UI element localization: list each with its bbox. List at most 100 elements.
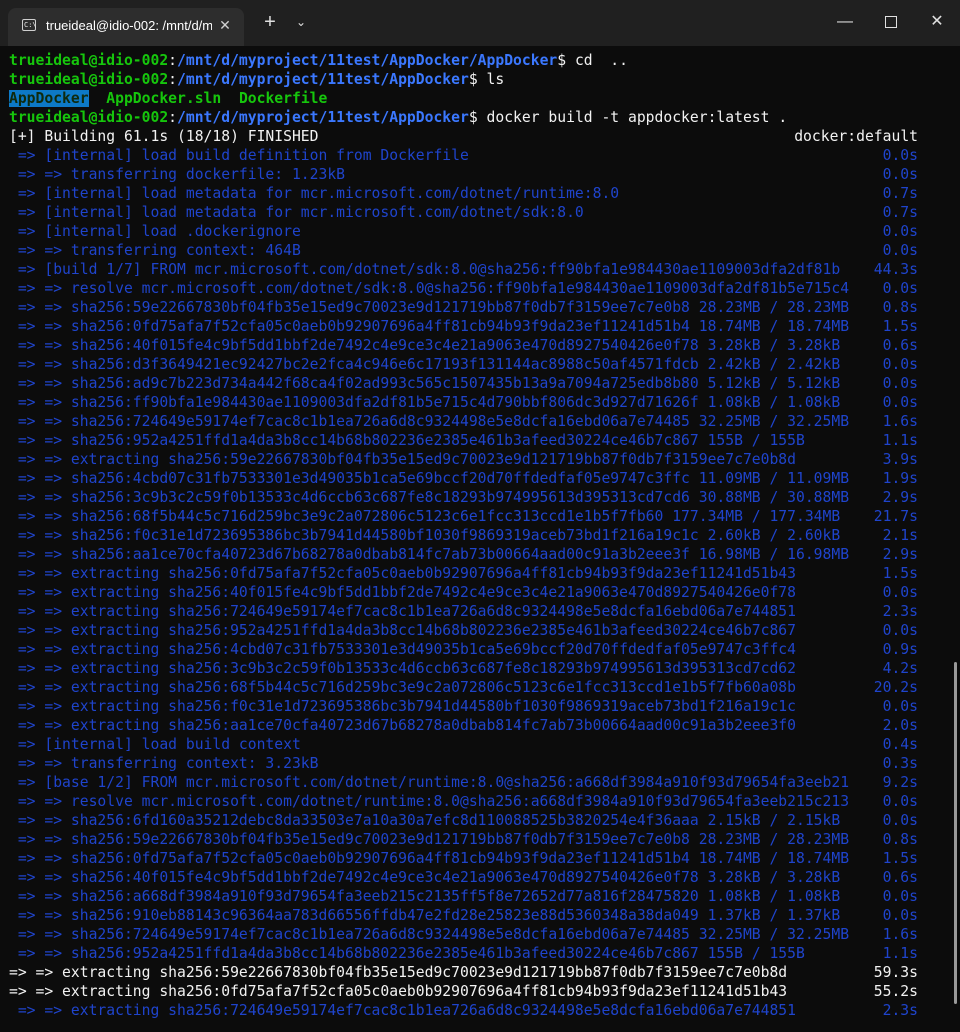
build-log-text: => [internal] load build definition from… [9,147,469,164]
build-log-text: => => extracting sha256:59e22667830bf04f… [9,451,796,468]
tab-close-icon[interactable]: ✕ [214,14,236,36]
build-log-line: => [internal] load build context 0.4s [9,735,918,754]
build-log-duration: 0.0s [882,223,918,240]
build-log-line: => => sha256:910eb88143c96364aa783d66556… [9,906,918,925]
prompt-user: trueideal@idio-002 [9,109,169,126]
close-button[interactable]: ✕ [914,0,960,46]
build-status-text: [+] Building 61.1s (18/18) FINISHED [9,128,319,145]
build-log-line: => => sha256:724649e59174ef7cac8c1b1ea72… [9,925,918,944]
command-text: cd .. [574,52,628,69]
build-log-line: => => sha256:3c9b3c2c59f0b13533c4d6ccb63… [9,488,918,507]
build-log-text: => => sha256:6fd160a35212debc8da33503e7a… [9,812,841,829]
build-log-duration: 44.3s [873,261,918,278]
build-log-duration: 0.0s [882,375,918,392]
build-log-text: => => sha256:ad9c7b223d734a442f68ca4f02a… [9,375,841,392]
build-log-text: => => resolve mcr.microsoft.com/dotnet/s… [9,280,850,297]
build-log-text: => => extracting sha256:68f5b44c5c716d25… [9,679,796,696]
build-log-text: => => sha256:a668df3984a910f93d79654fa3e… [9,888,841,905]
build-log-line: => => sha256:952a4251ffd1a4da3b8cc14b68b… [9,944,918,963]
build-log-line: => => sha256:40f015fe4c9bf5dd1bbf2de7492… [9,868,918,887]
chevron-down-icon[interactable]: ⌄ [288,0,314,46]
build-log-line: => => extracting sha256:952a4251ffd1a4da… [9,621,918,640]
build-log-duration: 4.2s [882,660,918,677]
build-log-duration: 0.0s [882,907,918,924]
prompt-user: trueideal@idio-002 [9,52,169,69]
build-log-duration: 0.6s [882,337,918,354]
build-log-line: => => sha256:a668df3984a910f93d79654fa3e… [9,887,918,906]
build-log-line: => => resolve mcr.microsoft.com/dotnet/r… [9,792,918,811]
terminal-icon: C:\ [22,19,37,31]
build-log-line: => => extracting sha256:59e22667830bf04f… [9,450,918,469]
tab-title: trueideal@idio-002: /mnt/d/m [46,18,212,33]
terminal-tab[interactable]: C:\ trueideal@idio-002: /mnt/d/m ✕ [8,8,244,46]
build-log-text: => => extracting sha256:0fd75afa7f52cfa0… [9,565,796,582]
terminal-output[interactable]: trueideal@idio-002:/mnt/d/myproject/11te… [0,46,960,1032]
minimize-button[interactable]: — [822,0,868,46]
build-log-line: => => sha256:aa1ce70cfa40723d67b68278a0d… [9,545,918,564]
build-log-duration: 55.2s [873,983,918,1000]
build-log-text: => => extracting sha256:0fd75afa7f52cfa0… [9,983,788,1000]
build-log-duration: 0.0s [882,698,918,715]
build-log-text: => => sha256:0fd75afa7f52cfa05c0aeb0b929… [9,318,850,335]
terminal-window: C:\ trueideal@idio-002: /mnt/d/m ✕ + ⌄ —… [0,0,960,1032]
build-log-text: => => sha256:d3f3649421ec92427bc2e2fca4c… [9,356,841,373]
build-log-line: => => sha256:4cbd07c31fb7533301e3d49035b… [9,469,918,488]
build-log-duration: 2.3s [882,1002,918,1019]
build-log-line: => => sha256:59e22667830bf04fb35e15ed9c7… [9,298,918,317]
build-log-line: => => extracting sha256:3c9b3c2c59f0b135… [9,659,918,678]
build-log-duration: 2.3s [882,603,918,620]
build-log-text: => => sha256:aa1ce70cfa40723d67b68278a0d… [9,546,850,563]
build-log-line: => => sha256:952a4251ffd1a4da3b8cc14b68b… [9,431,918,450]
build-log-duration: 20.2s [873,679,918,696]
build-log-duration: 0.0s [882,394,918,411]
build-log-duration: 1.5s [882,318,918,335]
build-log-line: => => extracting sha256:0fd75afa7f52cfa0… [9,982,918,1001]
build-log-text: => => sha256:40f015fe4c9bf5dd1bbf2de7492… [9,337,841,354]
build-log-duration: 0.7s [882,204,918,221]
build-log-line: => => extracting sha256:aa1ce70cfa40723d… [9,716,918,735]
prompt-line-ls: trueideal@idio-002:/mnt/d/myproject/11te… [9,71,505,88]
build-log-line: => [internal] load metadata for mcr.micr… [9,203,918,222]
build-log-text: => => transferring context: 3.23kB [9,755,319,772]
build-log-duration: 0.0s [882,888,918,905]
build-log-line: => => extracting sha256:724649e59174ef7c… [9,1001,918,1020]
build-log-duration: 0.8s [882,831,918,848]
build-log-duration: 3.9s [882,451,918,468]
build-log-duration: 0.7s [882,185,918,202]
build-log-line: => => sha256:59e22667830bf04fb35e15ed9c7… [9,830,918,849]
build-log-text: => => sha256:724649e59174ef7cac8c1b1ea72… [9,926,850,943]
prompt-line-cd: trueideal@idio-002:/mnt/d/myproject/11te… [9,52,628,69]
build-log-duration: 0.0s [882,622,918,639]
build-log-text: => => sha256:40f015fe4c9bf5dd1bbf2de7492… [9,869,841,886]
ls-entry-file: AppDocker.sln [106,90,222,107]
build-log-duration: 2.9s [882,489,918,506]
build-status-line: [+] Building 61.1s (18/18) FINISHED docke… [9,127,918,146]
build-log-text: => => extracting sha256:aa1ce70cfa40723d… [9,717,796,734]
build-log-duration: 9.2s [882,774,918,791]
build-log-duration: 0.0s [882,356,918,373]
build-log-text: => [internal] load metadata for mcr.micr… [9,185,620,202]
maximize-button[interactable] [868,0,914,46]
build-log-duration: 0.0s [882,147,918,164]
build-log-text: => => transferring context: 464B [9,242,301,259]
build-log-duration: 0.8s [882,299,918,316]
build-log-text: => => resolve mcr.microsoft.com/dotnet/r… [9,793,850,810]
build-log-text: => => transferring dockerfile: 1.23kB [9,166,346,183]
build-log-duration: 2.1s [882,527,918,544]
prompt-path: /mnt/d/myproject/11test/AppDocker [177,71,469,88]
new-tab-button[interactable]: + [254,0,286,46]
build-log-duration: 2.9s [882,546,918,563]
command-text: docker build -t appdocker:latest . [486,109,788,126]
build-log-duration: 0.0s [882,793,918,810]
scrollbar-thumb[interactable] [954,662,957,1004]
build-log-text: => [base 1/2] FROM mcr.microsoft.com/dot… [9,774,850,791]
title-bar: C:\ trueideal@idio-002: /mnt/d/m ✕ + ⌄ —… [0,0,960,46]
prompt-path: /mnt/d/myproject/11test/AppDocker [177,109,469,126]
build-log-text: => => extracting sha256:3c9b3c2c59f0b135… [9,660,796,677]
build-log-duration: 0.0s [882,584,918,601]
build-log-text: => => extracting sha256:40f015fe4c9bf5dd… [9,584,796,601]
build-log-line: => => sha256:ff90bfa1e984430ae1109003dfa… [9,393,918,412]
build-log-line: => [internal] load build definition from… [9,146,918,165]
build-log-duration: 1.6s [882,413,918,430]
build-log-text: => => extracting sha256:952a4251ffd1a4da… [9,622,796,639]
